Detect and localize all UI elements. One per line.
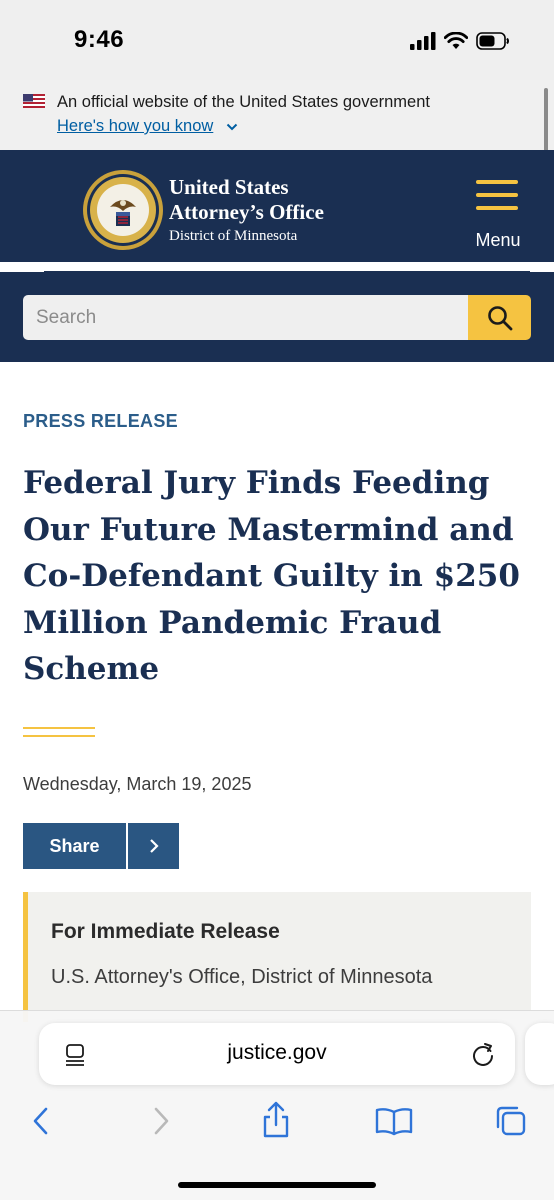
reload-icon[interactable] (470, 1042, 496, 1068)
forward-icon[interactable] (150, 1106, 172, 1136)
release-title: For Immediate Release (51, 920, 280, 943)
release-org: U.S. Attorney's Office, District of Minn… (51, 966, 433, 988)
share-icon[interactable] (260, 1100, 292, 1140)
search-input[interactable] (23, 295, 468, 340)
doj-seal-logo[interactable] (82, 169, 164, 251)
share-expand-button[interactable] (128, 823, 179, 869)
menu-label: Menu (475, 230, 521, 250)
hamburger-icon (476, 180, 518, 184)
back-icon[interactable] (30, 1106, 52, 1136)
url-text[interactable]: justice.gov (39, 1041, 515, 1065)
gov-banner (0, 80, 554, 150)
menu-button[interactable]: Menu (466, 178, 530, 252)
search-icon (487, 305, 512, 330)
tabs-icon[interactable] (494, 1104, 528, 1138)
accent-divider (23, 727, 95, 729)
status-time: 9:46 (74, 26, 125, 53)
page-title: Federal Jury Finds Feeding Our Future Ma… (23, 465, 520, 687)
wifi-icon (444, 32, 468, 49)
home-indicator[interactable] (178, 1182, 376, 1188)
hamburger-bar (476, 206, 518, 210)
battery-icon (476, 32, 509, 50)
release-info-box (23, 892, 531, 1022)
accent-divider (23, 735, 95, 737)
share-button[interactable]: Share (23, 823, 126, 869)
org-title-line2[interactable]: Attorney’s Office (169, 200, 324, 225)
next-tab-pill[interactable] (525, 1023, 554, 1085)
chevron-down-icon[interactable] (226, 122, 238, 132)
hamburger-bar (476, 193, 518, 197)
signal-icon (410, 32, 436, 50)
gov-banner-text: An official website of the United States… (57, 93, 430, 111)
bookmarks-icon[interactable] (374, 1106, 414, 1136)
publish-date: Wednesday, March 19, 2025 (23, 774, 252, 794)
press-release-kicker: PRESS RELEASE (23, 411, 178, 431)
org-subtitle[interactable]: District of Minnesota (169, 228, 297, 245)
search-button[interactable] (468, 295, 531, 340)
chevron-right-icon (149, 839, 159, 853)
how-you-know-link[interactable]: Here's how you know (57, 117, 213, 136)
us-flag-icon (23, 94, 45, 108)
org-title-line1[interactable]: United States (169, 175, 289, 200)
status-bar: 9:46 (0, 0, 554, 80)
status-icons (410, 30, 510, 52)
